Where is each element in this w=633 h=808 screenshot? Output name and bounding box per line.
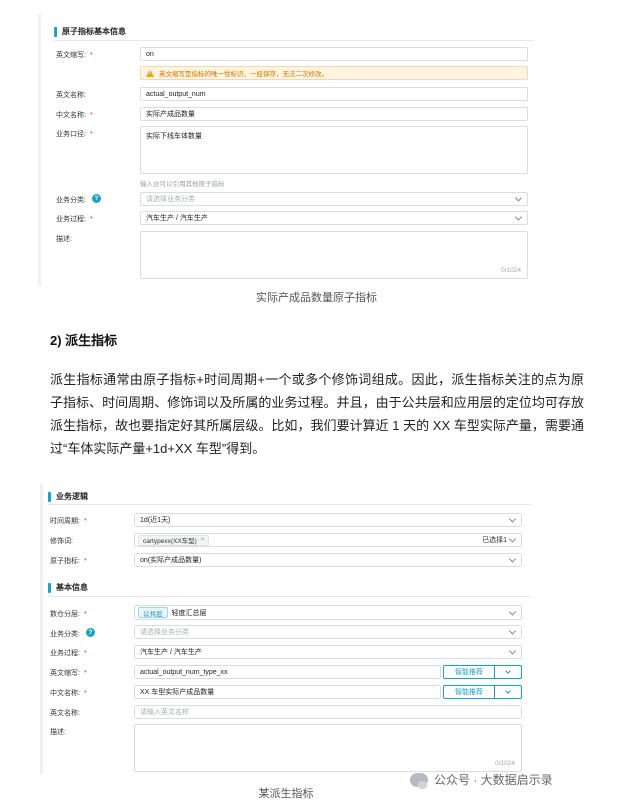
abbr-label: 英文缩写: *	[56, 52, 93, 59]
modifier-tag[interactable]: cartypexx(XX车型) ×	[138, 534, 210, 546]
chevron-down-icon	[508, 647, 517, 655]
caliber-textarea[interactable]: 实际下线车体数量	[140, 126, 528, 174]
abbr-input[interactable]: actual_output_num_type_xx	[134, 665, 441, 679]
atomic-select[interactable]: on(实际产成品数量)	[134, 553, 522, 567]
chevron-down-icon	[508, 535, 517, 543]
chevron-down-icon	[508, 627, 517, 635]
cn-name-label: 中文名称: *	[56, 112, 93, 119]
cn-name-input[interactable]: 实际产成品数量	[140, 107, 528, 121]
en-name-label: 英文名称:	[56, 92, 86, 99]
smart-recommend-button[interactable]: 智能推荐	[443, 685, 495, 699]
section-header-atomic: 原子指标基本信息	[54, 26, 126, 37]
section-header-logic: 业务逻辑	[48, 491, 88, 502]
desc-textarea[interactable]: 0/1024	[140, 231, 528, 279]
category-label: 业务分类:	[50, 631, 80, 638]
desc-textarea[interactable]: 0/1024	[134, 724, 522, 772]
caption-atomic: 实际产成品数量原子指标	[256, 292, 377, 304]
wechat-icon	[410, 772, 428, 789]
chevron-down-icon	[514, 213, 523, 221]
body-paragraph: 派生指标通常由原子指标+时间周期+一个或多个修饰词组成。因此，派生指标关注的点为…	[50, 372, 584, 456]
section-divider	[48, 504, 532, 505]
en-name-input[interactable]: actual_output_num	[140, 87, 528, 101]
close-icon[interactable]: ×	[201, 537, 205, 543]
caliber-label: 业务口径: *	[56, 131, 93, 138]
selected-count: 已选择1	[482, 537, 507, 544]
section-accent-bar	[48, 582, 51, 593]
layer-badge: 公共层	[138, 607, 168, 618]
en-name-label: 英文名称:	[50, 710, 80, 717]
char-count: 0/1024	[501, 267, 521, 274]
desc-label: 描述:	[50, 729, 66, 736]
section-divider	[54, 40, 534, 41]
category-select[interactable]: 请选择业务分类	[134, 625, 522, 639]
smart-recommend-dropdown[interactable]	[495, 665, 522, 679]
chevron-down-icon	[508, 607, 517, 616]
caliber-hint: 输入@可以引用其他原子指标	[140, 181, 225, 188]
section-accent-bar	[54, 26, 57, 37]
section-title: 业务逻辑	[56, 492, 88, 501]
section-heading: 2) 派生指标	[50, 333, 118, 348]
chevron-down-icon	[514, 194, 523, 202]
smart-recommend-dropdown[interactable]	[495, 685, 522, 699]
category-select[interactable]: 请选择业务分类	[140, 192, 528, 206]
process-label: 业务过程: *	[50, 650, 87, 657]
help-icon[interactable]: ?	[92, 194, 101, 203]
chevron-down-icon	[505, 688, 511, 694]
modifier-select[interactable]: cartypexx(XX车型) × 已选择1	[134, 533, 522, 547]
section-accent-bar	[48, 491, 51, 502]
chevron-down-icon	[508, 515, 517, 523]
category-label: 业务分类:	[56, 197, 86, 204]
layer-label: 数仓分层: *	[50, 611, 87, 618]
char-count: 0/1024	[495, 760, 515, 767]
atomic-label: 原子指标: *	[50, 558, 87, 565]
modifier-label: 修饰词:	[50, 538, 73, 545]
chevron-down-icon	[508, 555, 517, 563]
abbr-label: 英文缩写: *	[50, 670, 87, 677]
en-name-input[interactable]: 请输入英文名称	[134, 705, 522, 719]
watermark: 公众号 · 大数据启示录	[410, 771, 553, 789]
layer-select[interactable]: 公共层 轻度汇总层	[134, 605, 522, 620]
period-select[interactable]: 1d(近1天)	[134, 513, 522, 527]
warning-icon	[146, 69, 155, 77]
abbr-warning: 英文缩写是指标的唯一性标识，一经保存，无法二次修改。	[140, 66, 528, 80]
help-icon[interactable]: ?	[86, 628, 95, 637]
process-select[interactable]: 汽车生产 / 汽车生产	[140, 211, 528, 225]
smart-recommend-button[interactable]: 智能推荐	[443, 665, 495, 679]
chevron-down-icon	[505, 668, 511, 674]
desc-label: 描述:	[56, 236, 72, 243]
section-divider	[48, 596, 532, 597]
section-title: 原子指标基本信息	[62, 27, 126, 36]
period-label: 时间周期: *	[50, 518, 87, 525]
process-label: 业务过程: *	[56, 216, 93, 223]
section-header-basic: 基本信息	[48, 582, 88, 593]
abbr-input[interactable]: on	[140, 47, 528, 61]
cn-name-label: 中文名称: *	[50, 690, 87, 697]
section-title: 基本信息	[56, 583, 88, 592]
cn-name-input[interactable]: XX 车型实际产成品数量	[134, 685, 441, 699]
process-select[interactable]: 汽车生产 / 汽车生产	[134, 645, 522, 659]
